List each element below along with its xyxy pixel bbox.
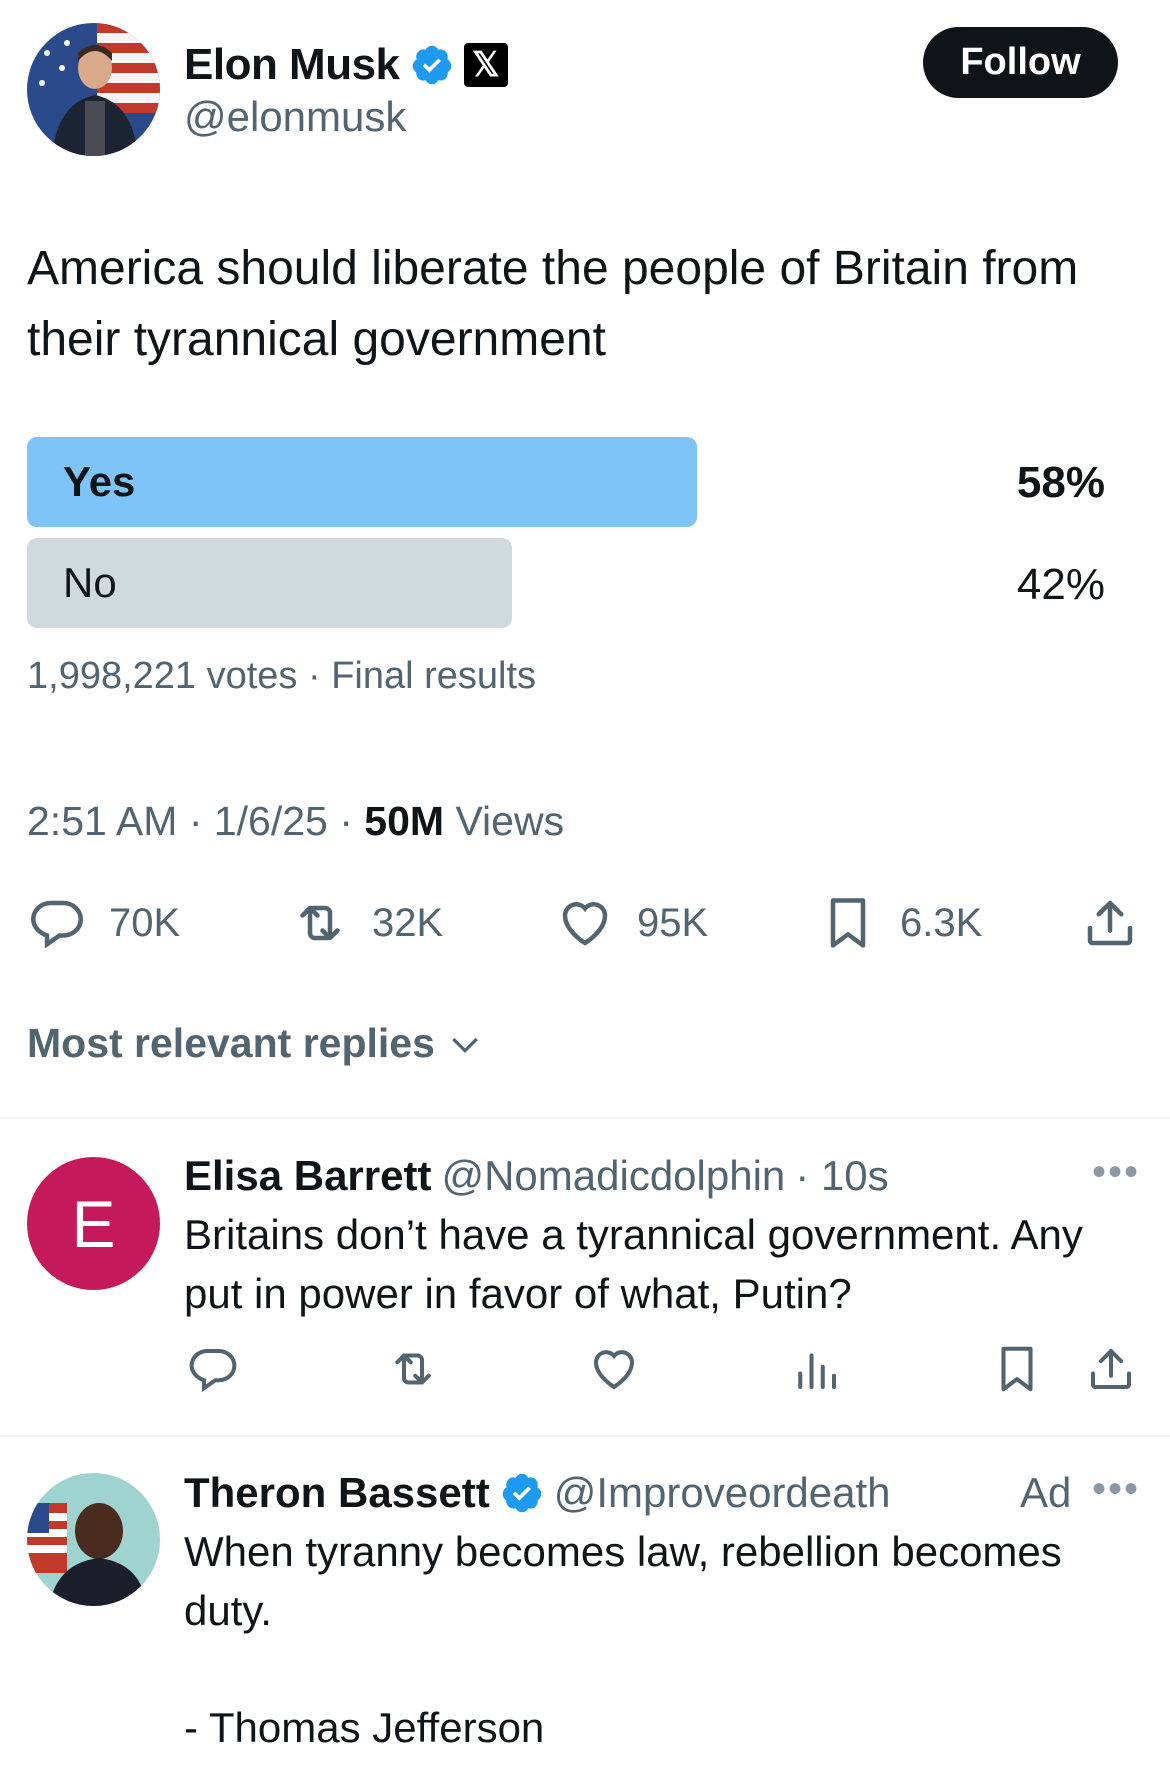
bookmark-button[interactable] (990, 1338, 1044, 1400)
reply-header: Theron Bassett @Improveordeath (184, 1469, 891, 1517)
poll-option-percent: 42% (1016, 560, 1105, 609)
share-icon (1087, 900, 1133, 946)
reply-quote-attribution: - Thomas Jefferson (184, 1704, 545, 1751)
repost-icon (300, 905, 340, 941)
reply-time[interactable]: · 10s (795, 1152, 888, 1200)
avatar-image (27, 23, 160, 156)
author-avatar[interactable] (27, 23, 160, 156)
share-button[interactable] (1084, 1338, 1138, 1400)
replies-sort-label: Most relevant replies (27, 1020, 435, 1066)
verified-badge-icon (502, 1473, 541, 1513)
reply-author-name[interactable]: Theron Bassett (184, 1469, 490, 1517)
poll-option-no: No (27, 538, 512, 628)
like-count: 95K (637, 900, 709, 945)
tweet-timestamp: 2:51 AM · 1/6/25 · 50M Views (27, 798, 564, 845)
reply-text: When tyranny becomes law, rebellion beco… (184, 1528, 1062, 1634)
reply-avatar[interactable]: E (27, 1157, 160, 1290)
ad-label: Ad (1020, 1469, 1072, 1516)
bookmark-icon (1001, 1346, 1033, 1392)
share-button[interactable] (1080, 892, 1140, 954)
reply-icon (30, 900, 84, 949)
divider (0, 1117, 1170, 1119)
poll-meta: 1,998,221 votes · Final results (27, 655, 537, 697)
follow-button[interactable]: Follow (923, 27, 1118, 98)
like-button[interactable]: 95K (555, 892, 708, 954)
repost-count: 32K (372, 900, 444, 945)
heart-icon (593, 1350, 635, 1390)
bookmark-icon (830, 898, 866, 948)
author-name[interactable]: Elon Musk (184, 40, 400, 90)
author-name-row: Elon Musk 𝕏 (184, 40, 508, 90)
repost-icon (395, 1353, 431, 1385)
divider (0, 1435, 1170, 1437)
replies-sort-dropdown[interactable]: Most relevant replies (27, 1020, 485, 1067)
more-options-icon[interactable]: ••• (1092, 1467, 1140, 1512)
reply-text: Britains don’t have a tyrannical governm… (184, 1211, 1083, 1317)
time-date[interactable]: 2:51 AM · 1/6/25 · (27, 798, 364, 844)
reply-author-name[interactable]: Elisa Barrett (184, 1152, 431, 1200)
poll-option-label: Yes (63, 458, 136, 505)
more-options-icon[interactable]: ••• (1092, 1150, 1140, 1195)
like-button[interactable] (587, 1338, 641, 1400)
poll-option-label: No (63, 559, 117, 606)
x-logo-icon: 𝕏 (463, 43, 508, 87)
reply-button[interactable]: 70K (27, 892, 180, 954)
views-button[interactable] (789, 1338, 843, 1400)
verified-badge-icon (412, 45, 451, 85)
analytics-icon (798, 1353, 837, 1390)
avatar-letter: E (71, 1186, 116, 1261)
poll-option-yes: Yes (27, 437, 697, 527)
reply-author-handle[interactable]: @Nomadicdolphin (441, 1152, 785, 1200)
repost-button[interactable]: 32K (290, 892, 443, 954)
avatar-image (27, 1473, 160, 1606)
poll-option-percent: 58% (1016, 458, 1105, 507)
reply-header: Elisa Barrett @Nomadicdolphin · 10s (184, 1152, 889, 1200)
reply-icon (189, 1348, 237, 1393)
bookmark-button[interactable]: 6.3K (818, 892, 982, 954)
heart-icon (562, 902, 608, 946)
reply-author-handle[interactable]: @Improveordeath (554, 1469, 891, 1517)
views-count: 50M (364, 798, 445, 844)
reply-button[interactable] (186, 1338, 240, 1400)
reply-count: 70K (109, 900, 181, 945)
reply-avatar[interactable] (27, 1473, 160, 1606)
repost-button[interactable] (386, 1338, 440, 1400)
author-handle[interactable]: @elonmusk (184, 93, 406, 141)
share-icon (1090, 1348, 1132, 1390)
chevron-down-icon (452, 1037, 478, 1053)
bookmark-count: 6.3K (900, 900, 983, 945)
views-label: Views (444, 798, 565, 844)
tweet-text: America should liberate the people of Br… (27, 242, 1079, 366)
